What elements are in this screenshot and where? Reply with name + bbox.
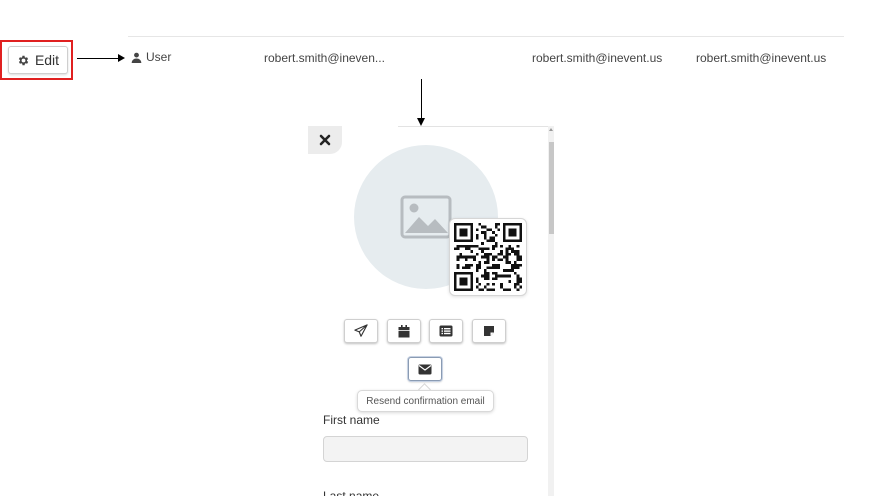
name-cell: robert.smith@ineven... <box>264 51 385 65</box>
calendar-button[interactable] <box>387 319 421 343</box>
role-cell: User <box>131 50 171 64</box>
send-button[interactable] <box>344 319 378 343</box>
resend-email-tooltip: Resend confirmation email <box>357 390 494 412</box>
envelope-icon <box>418 364 432 374</box>
close-button[interactable] <box>308 126 342 154</box>
close-icon <box>319 134 331 146</box>
user-icon <box>131 52 142 63</box>
qr-code-icon <box>454 223 522 291</box>
annotation-arrow-horizontal <box>77 58 121 59</box>
calendar-icon <box>398 324 410 337</box>
edit-button[interactable]: Edit <box>8 46 68 74</box>
last-name-label: Last name <box>323 490 379 496</box>
send-icon <box>354 324 368 337</box>
note-button[interactable] <box>472 319 506 343</box>
email-cell: robert.smith@inevent.us <box>532 51 663 65</box>
scroll-up-arrow[interactable] <box>549 128 553 131</box>
gear-icon <box>18 55 29 65</box>
first-name-input[interactable] <box>323 436 528 462</box>
edit-button-label: Edit <box>34 52 60 68</box>
modal-scrollbar-thumb[interactable] <box>549 142 554 234</box>
qr-code <box>449 218 527 296</box>
modal-top-edge <box>398 126 548 127</box>
image-placeholder-icon <box>400 195 452 239</box>
annotation-arrow-vertical <box>421 79 422 120</box>
resend-email-button[interactable] <box>408 357 442 381</box>
role-label: User <box>146 50 172 64</box>
annotation-arrowhead-down <box>417 118 425 126</box>
annotation-arrowhead-right <box>118 54 125 62</box>
username-cell: robert.smith@inevent.us <box>696 51 827 65</box>
list-icon <box>439 325 453 337</box>
note-icon <box>484 326 494 336</box>
list-button[interactable] <box>429 319 463 343</box>
first-name-label: First name <box>323 413 380 427</box>
row-divider <box>128 36 844 37</box>
